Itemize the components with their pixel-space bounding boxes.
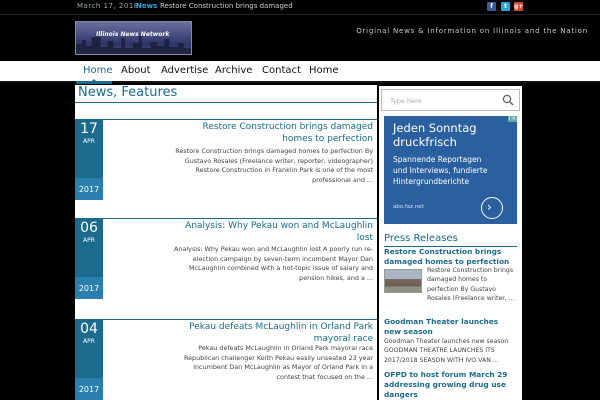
article-card[interactable]: 17 APR 2017 Restore Construction brings … — [75, 119, 377, 202]
main-nav: Home About Advertise Archive Contact Hom… — [0, 61, 600, 83]
news-ticker[interactable]: Restore Construction brings damaged — [160, 2, 293, 10]
date-day: 04 — [80, 321, 98, 337]
date-day: 06 — [80, 220, 98, 236]
date-badge: 04 APR 2017 — [75, 319, 103, 400]
article-excerpt: Pekau defeats McLaughlin in Orland Park … — [183, 344, 373, 381]
article-title[interactable]: Analysis: Why Pekau won and McLaughlin l… — [183, 220, 373, 244]
ad-subtext-line: und Interviews, fundierte — [393, 166, 488, 175]
ad-headline-line: druckfrisch — [393, 135, 457, 149]
date-badge: 17 APR 2017 — [75, 119, 103, 200]
ad-url: abo.faz.net — [393, 204, 424, 210]
nav-active-pointer — [91, 79, 97, 82]
date-year: 2017 — [78, 185, 100, 194]
sidebar: Type here i ✕ Jeden Sonntag druckfrisch … — [379, 86, 522, 400]
nav-item-advertise[interactable]: Advertise — [161, 65, 208, 76]
press-release-link[interactable]: Restore Construction brings damaged home… — [384, 247, 514, 267]
nav-item-about[interactable]: About — [121, 65, 151, 76]
press-releases-title: Press Releases — [384, 233, 458, 244]
article-divider — [102, 119, 377, 120]
ad-subtext-line: Hintergrundberichte — [393, 177, 470, 186]
date-month: APR — [83, 338, 95, 345]
advertisement[interactable]: i ✕ Jeden Sonntag druckfrisch Spannende … — [384, 116, 517, 224]
article-title[interactable]: Restore Construction brings damaged home… — [183, 121, 373, 145]
article-card[interactable]: 04 APR 2017 Pekau defeats McLaughlin in … — [75, 319, 377, 400]
article-divider — [102, 319, 377, 320]
date-month: APR — [83, 237, 95, 244]
nav-item-home-2[interactable]: Home — [309, 65, 339, 76]
press-release-thumbnail[interactable] — [384, 269, 422, 293]
article-title[interactable]: Pekau defeats McLaughlin in Orland Park … — [183, 321, 373, 345]
date-year-band: 2017 — [75, 378, 103, 400]
google-plus-icon[interactable]: g+ — [514, 2, 523, 11]
news-ticker-label: News — [136, 2, 158, 10]
top-bar: March 17, 2018 News Restore Construction… — [0, 0, 600, 14]
section-title: News, Features — [78, 85, 178, 100]
date-day: 17 — [80, 121, 98, 137]
ad-info-badge[interactable]: i ✕ — [507, 116, 517, 122]
ad-subtext: Spannende Reportagen und Interviews, fun… — [393, 154, 487, 187]
date-badge: 06 APR 2017 — [75, 218, 103, 299]
date-year: 2017 — [78, 385, 100, 394]
search-box[interactable]: Type here — [381, 89, 520, 111]
ad-arrow-button[interactable]: › — [481, 197, 503, 219]
article-excerpt: Analysis: Why Pekau won and McLaughlin l… — [174, 245, 373, 282]
date-year-band: 2017 — [75, 277, 103, 299]
main-content: News, Features 17 APR 2017 Restore Const… — [75, 85, 377, 400]
twitter-icon[interactable]: t — [501, 2, 510, 11]
current-date: March 17, 2018 — [77, 2, 139, 10]
chevron-right-icon: › — [487, 200, 492, 214]
press-release-link[interactable]: OFPD to host forum March 29 addressing g… — [384, 370, 514, 400]
search-icon[interactable] — [502, 94, 514, 106]
nav-item-contact[interactable]: Contact — [262, 65, 301, 76]
facebook-icon[interactable]: f — [487, 2, 496, 11]
ad-headline: Jeden Sonntag druckfrisch — [393, 121, 477, 149]
nav-item-home[interactable]: Home — [83, 65, 113, 76]
article-divider — [102, 218, 377, 219]
press-release-excerpt: Goodman Theater launches new season GOOD… — [384, 338, 509, 364]
site-header: Illinois News Network Original News & In… — [0, 14, 600, 62]
logo-text: Illinois News Network — [96, 31, 170, 38]
search-input[interactable]: Type here — [390, 97, 422, 105]
page: March 17, 2018 News Restore Construction… — [0, 0, 600, 400]
press-release-excerpt: Restore Construction brings damaged home… — [427, 267, 515, 302]
section-divider — [75, 102, 377, 103]
article-excerpt: Restore Construction brings damaged home… — [175, 147, 373, 184]
nav-item-archive[interactable]: Archive — [215, 65, 252, 76]
date-month: APR — [83, 138, 95, 145]
date-year-band: 2017 — [75, 178, 103, 200]
date-year: 2017 — [78, 284, 100, 293]
site-logo[interactable]: Illinois News Network — [75, 21, 192, 55]
ad-headline-line: Jeden Sonntag — [393, 121, 477, 135]
ad-subtext-line: Spannende Reportagen — [393, 155, 482, 164]
site-tagline: Original News & Information on Illinois … — [356, 27, 588, 35]
article-card[interactable]: 06 APR 2017 Analysis: Why Pekau won and … — [75, 218, 377, 301]
press-release-link[interactable]: Goodman Theater launches new season — [384, 317, 514, 337]
